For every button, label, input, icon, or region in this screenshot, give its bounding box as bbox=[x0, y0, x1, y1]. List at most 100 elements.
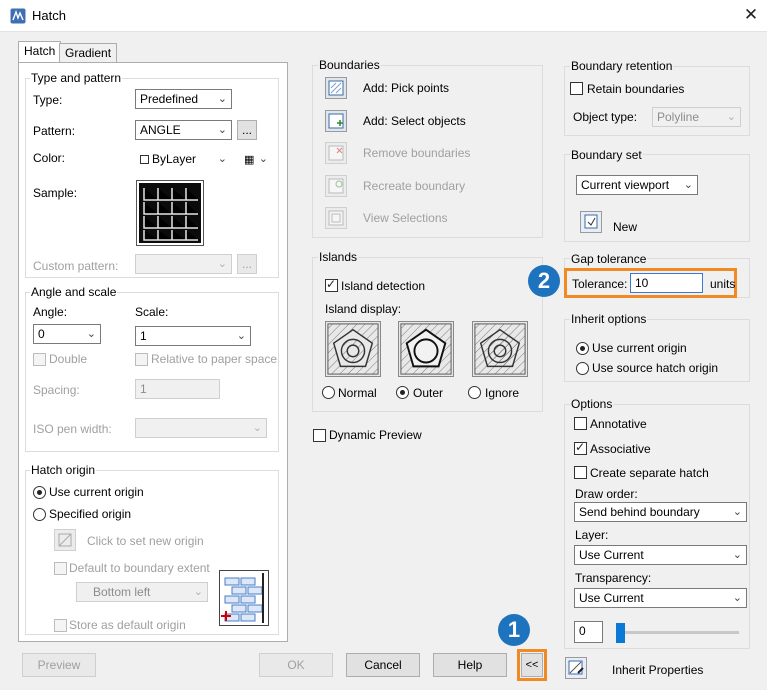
recreate-boundary-icon[interactable] bbox=[325, 175, 347, 197]
use-current-origin-radio[interactable] bbox=[33, 486, 46, 499]
inherit-current-origin-radio[interactable] bbox=[576, 342, 589, 355]
dynamic-preview-label: Dynamic Preview bbox=[329, 428, 422, 442]
transparency-label: Transparency: bbox=[575, 571, 652, 585]
extent-dropdown[interactable]: Bottom left ⌄ bbox=[76, 582, 208, 602]
island-ignore-radio[interactable] bbox=[468, 386, 481, 399]
object-type-dropdown[interactable]: Polyline ⌄ bbox=[652, 107, 741, 127]
help-button[interactable]: Help bbox=[433, 653, 507, 677]
ok-button[interactable]: OK bbox=[259, 653, 333, 677]
double-label: Double bbox=[49, 352, 88, 366]
annotative-checkbox[interactable] bbox=[574, 417, 587, 430]
custom-pattern-browse-button[interactable]: ... bbox=[237, 254, 257, 274]
island-normal-radio[interactable] bbox=[322, 386, 335, 399]
separate-hatch-checkbox[interactable] bbox=[574, 466, 587, 479]
preview-button[interactable]: Preview bbox=[22, 653, 96, 677]
transparency-slider-track[interactable] bbox=[616, 631, 739, 634]
store-default-label: Store as default origin bbox=[69, 618, 186, 632]
hatch-app-icon bbox=[10, 8, 26, 24]
pick-points-label[interactable]: Add: Pick points bbox=[363, 81, 449, 95]
chevron-down-icon: ⌄ bbox=[258, 153, 268, 165]
island-detection-label: Island detection bbox=[341, 279, 426, 293]
spacing-label: Spacing: bbox=[33, 383, 80, 397]
origin-preview-brick-icon bbox=[219, 570, 269, 626]
new-boundary-set-icon[interactable] bbox=[580, 211, 602, 233]
chevron-down-icon: ⌄ bbox=[732, 592, 742, 604]
iso-pen-width-label: ISO pen width: bbox=[33, 422, 112, 436]
double-checkbox[interactable] bbox=[33, 353, 46, 366]
select-objects-label[interactable]: Add: Select objects bbox=[363, 114, 466, 128]
transparency-dropdown[interactable]: Use Current ⌄ bbox=[574, 588, 747, 608]
island-outer-icon[interactable] bbox=[398, 321, 454, 377]
window-title: Hatch bbox=[32, 8, 66, 23]
object-type-label: Object type: bbox=[573, 110, 638, 124]
associative-label: Associative bbox=[590, 442, 651, 456]
chevron-down-icon: ⌄ bbox=[726, 111, 736, 123]
set-origin-icon[interactable] bbox=[54, 529, 76, 551]
inherit-source-origin-label: Use source hatch origin bbox=[592, 361, 719, 375]
spacing-input[interactable]: 1 bbox=[135, 379, 220, 399]
tab-hatch[interactable]: Hatch bbox=[18, 41, 62, 63]
chevron-down-icon: ⌄ bbox=[217, 93, 227, 105]
island-detection-checkbox[interactable] bbox=[325, 277, 338, 292]
pattern-dropdown[interactable]: ANGLE ⌄ bbox=[135, 120, 232, 140]
type-pattern-label: Type and pattern bbox=[30, 71, 123, 85]
boundary-retention-label: Boundary retention bbox=[570, 59, 674, 73]
angle-label: Angle: bbox=[33, 305, 68, 319]
chevron-down-icon: ⌄ bbox=[236, 330, 246, 342]
scale-combobox[interactable]: 1 ⌄ bbox=[135, 326, 251, 346]
retain-boundaries-checkbox[interactable] bbox=[570, 82, 583, 95]
pattern-sample-preview[interactable] bbox=[136, 180, 204, 246]
iso-pen-width-dropdown[interactable]: ⌄ bbox=[135, 418, 267, 438]
boundaries-label: Boundaries bbox=[318, 58, 381, 72]
remove-boundaries-icon[interactable] bbox=[325, 142, 347, 164]
island-ignore-icon[interactable] bbox=[472, 321, 528, 377]
color-label: Color: bbox=[33, 151, 66, 165]
transparency-slider-thumb[interactable] bbox=[616, 623, 625, 643]
island-normal-icon[interactable] bbox=[325, 321, 381, 377]
custom-pattern-label: Custom pattern: bbox=[33, 259, 119, 273]
inherit-properties-icon[interactable] bbox=[565, 657, 587, 679]
island-outer-radio[interactable] bbox=[396, 386, 409, 399]
pattern-browse-button[interactable]: ... bbox=[237, 120, 257, 140]
chevron-down-icon: ⌄ bbox=[252, 422, 262, 434]
sample-label: Sample: bbox=[33, 186, 78, 200]
store-default-checkbox[interactable] bbox=[54, 619, 67, 632]
inherit-source-origin-radio[interactable] bbox=[576, 362, 589, 375]
inherit-current-origin-label: Use current origin bbox=[592, 341, 687, 355]
relative-paper-label: Relative to paper space bbox=[151, 352, 278, 366]
chevron-down-icon: ⌄ bbox=[683, 179, 693, 191]
cancel-button[interactable]: Cancel bbox=[346, 653, 420, 677]
relative-paper-checkbox[interactable] bbox=[135, 353, 148, 366]
callout-badge-1: 1 bbox=[498, 614, 530, 646]
recreate-boundary-label[interactable]: Recreate boundary bbox=[363, 179, 465, 193]
custom-pattern-dropdown[interactable]: ⌄ bbox=[135, 254, 232, 274]
tab-gradient[interactable]: Gradient bbox=[59, 43, 118, 63]
layer-dropdown[interactable]: Use Current ⌄ bbox=[574, 545, 747, 565]
boundary-set-dropdown[interactable]: Current viewport ⌄ bbox=[576, 175, 698, 195]
color-dropdown[interactable]: ByLayer ⌄ bbox=[135, 149, 232, 169]
draw-order-dropdown[interactable]: Send behind boundary ⌄ bbox=[574, 502, 747, 522]
associative-checkbox[interactable] bbox=[574, 440, 587, 455]
tolerance-input[interactable]: 10 bbox=[630, 273, 703, 293]
chevron-down-icon: ⌄ bbox=[193, 586, 203, 598]
chevron-down-icon: ⌄ bbox=[217, 258, 227, 270]
select-objects-icon[interactable] bbox=[325, 110, 347, 132]
angle-scale-label: Angle and scale bbox=[30, 285, 118, 299]
collapse-button[interactable]: << bbox=[521, 653, 543, 677]
angle-combobox[interactable]: 0 ⌄ bbox=[33, 324, 101, 344]
remove-boundaries-label[interactable]: Remove boundaries bbox=[363, 146, 470, 160]
view-selections-icon[interactable] bbox=[325, 207, 347, 229]
inherit-properties-label: Inherit Properties bbox=[612, 663, 704, 677]
specified-origin-radio[interactable] bbox=[33, 508, 46, 521]
background-color-dropdown[interactable]: ▦ ⌄ bbox=[239, 149, 273, 169]
view-selections-label[interactable]: View Selections bbox=[363, 211, 448, 225]
transparency-value-input[interactable]: 0 bbox=[574, 621, 603, 643]
dynamic-preview-checkbox[interactable] bbox=[313, 429, 326, 442]
pick-points-icon[interactable] bbox=[325, 77, 347, 99]
boundary-set-label: Boundary set bbox=[570, 148, 643, 162]
close-icon[interactable]: ✕ bbox=[741, 5, 761, 25]
options-group bbox=[564, 404, 750, 649]
type-dropdown[interactable]: Predefined ⌄ bbox=[135, 89, 232, 109]
default-extent-checkbox[interactable] bbox=[54, 562, 67, 575]
type-label: Type: bbox=[33, 93, 63, 107]
